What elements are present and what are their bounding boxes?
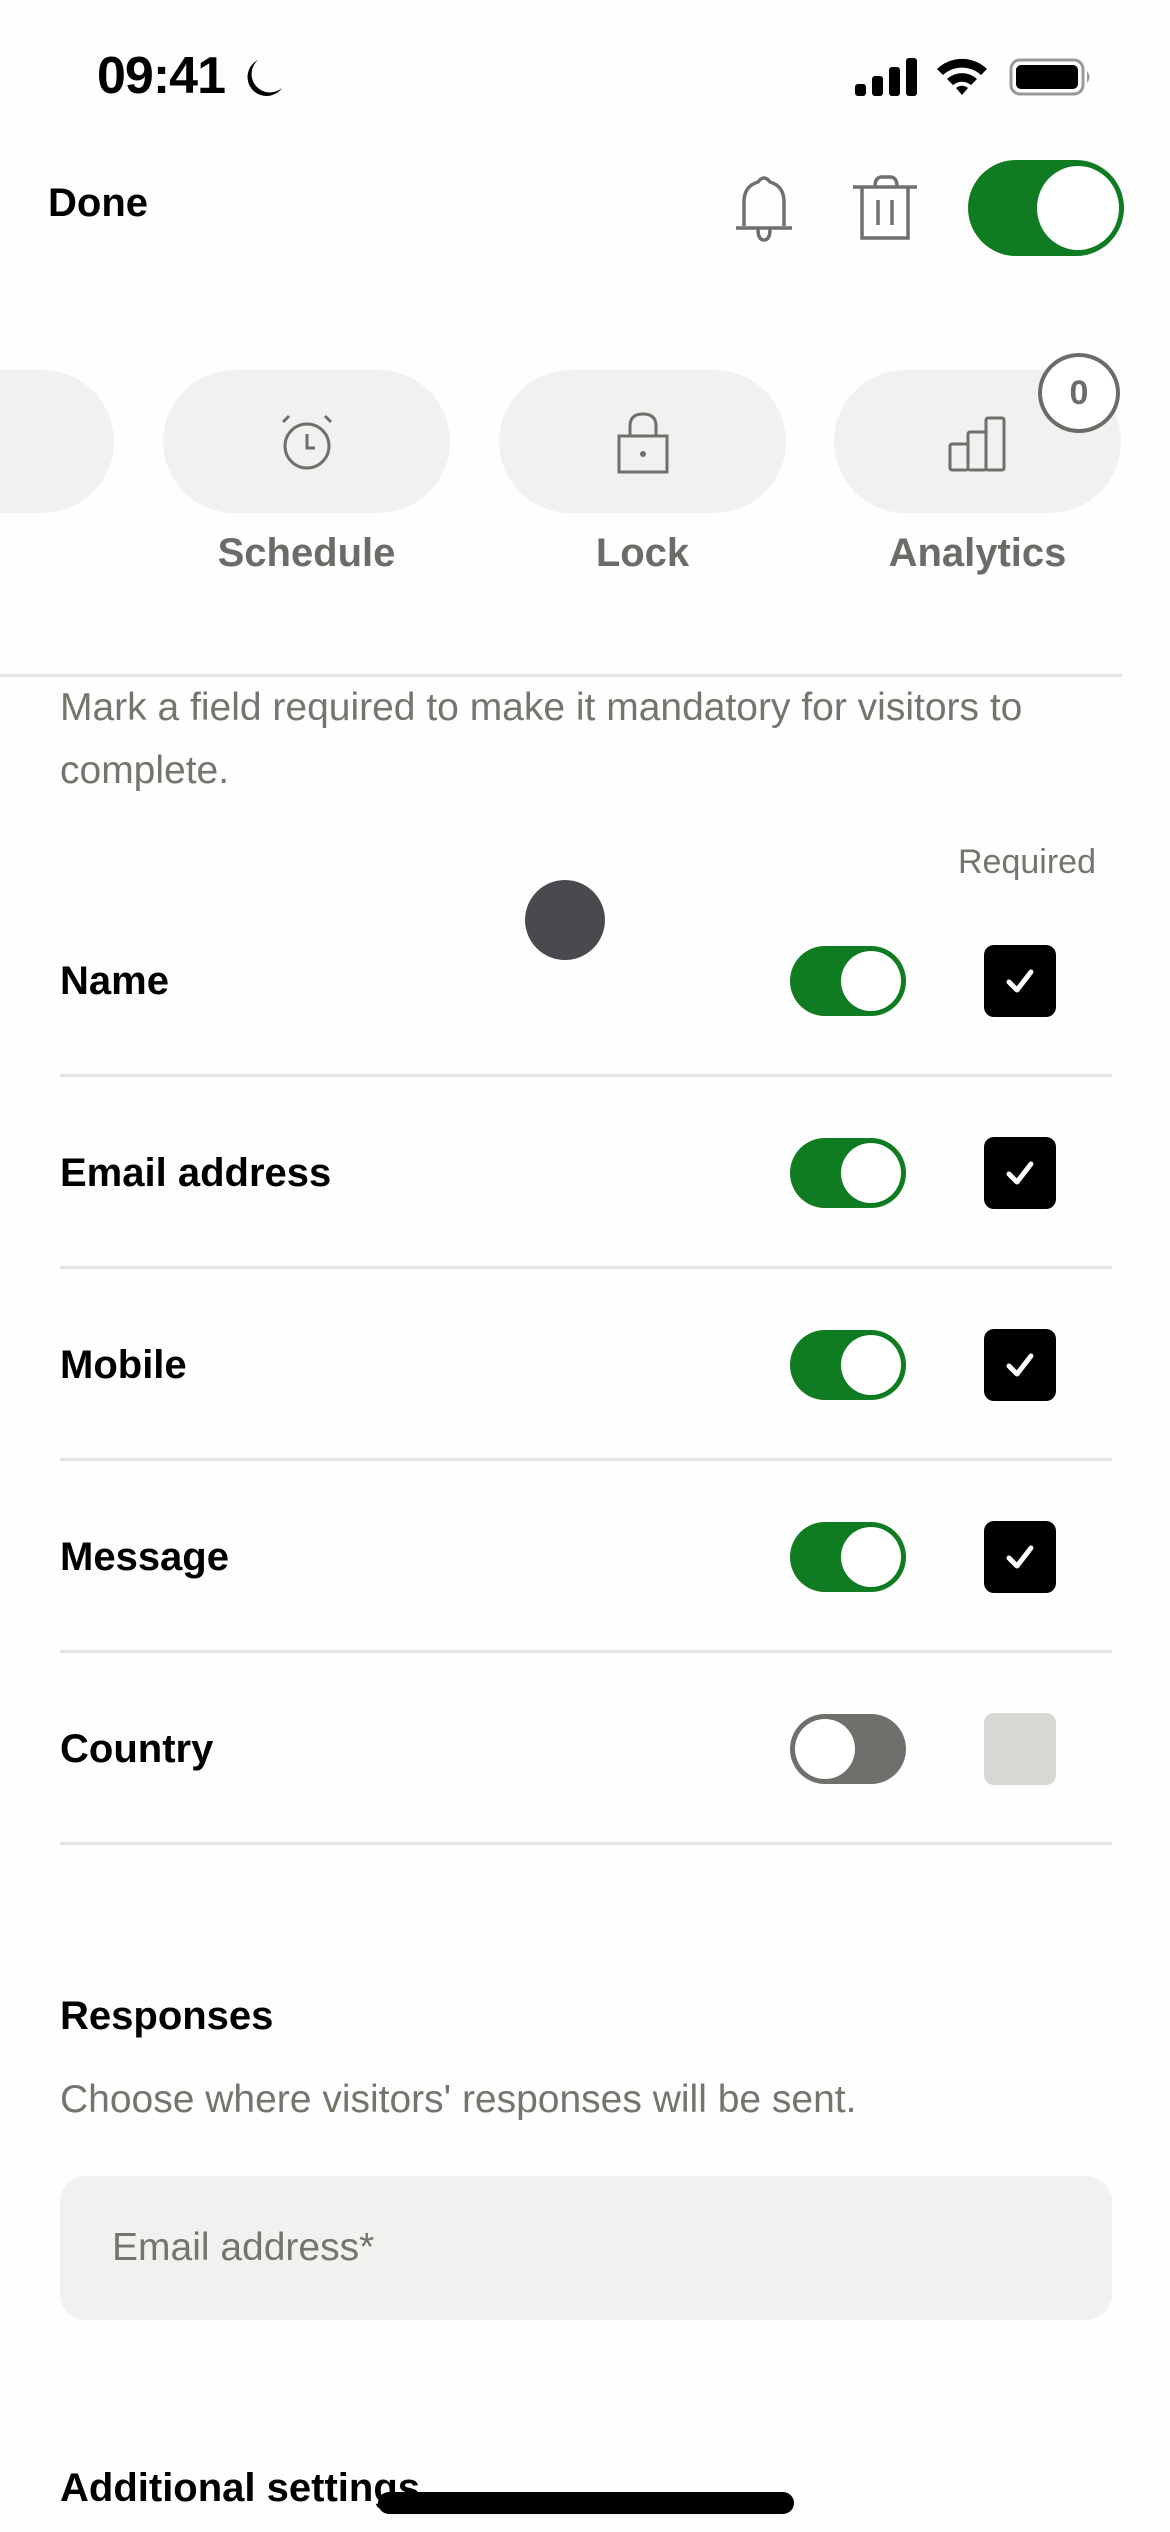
field-row-email-address: Email address (60, 1077, 1112, 1269)
tool-pill (0, 370, 114, 513)
field-row-country: Country (60, 1653, 1112, 1845)
field-enabled-toggle-name[interactable] (790, 946, 906, 1016)
tool-label-lock: Lock (595, 531, 690, 575)
field-required-checkbox-email-address[interactable] (984, 1137, 1056, 1209)
field-required-checkbox-country[interactable] (984, 1713, 1056, 1785)
responses-title: Responses (60, 1994, 274, 2038)
tool-lock[interactable] (499, 370, 786, 513)
bar-chart-icon (948, 416, 1005, 471)
field-enabled-toggle-message[interactable] (790, 1522, 906, 1592)
analytics-count-badge: 0 (1038, 353, 1120, 433)
tool-pill (163, 370, 450, 513)
toggle-knob (1037, 166, 1119, 250)
field-enabled-toggle-country[interactable] (790, 1714, 906, 1784)
field-label: Message (60, 1534, 229, 1579)
checkmark-icon (1006, 1545, 1034, 1569)
battery-full-icon (1009, 58, 1090, 96)
field-label: Country (60, 1726, 214, 1771)
checkmark-icon (1006, 1161, 1034, 1185)
checkmark-icon (1006, 1353, 1034, 1377)
trash-icon[interactable] (851, 172, 919, 244)
field-enabled-toggle-email-address[interactable] (790, 1138, 906, 1208)
touch-indicator (525, 880, 605, 960)
toggle-knob (841, 1335, 901, 1395)
field-required-checkbox-mobile[interactable] (984, 1329, 1056, 1401)
toggle-knob (795, 1719, 855, 1779)
alarm-clock-icon (281, 414, 332, 469)
bell-icon[interactable] (730, 172, 798, 244)
toggle-knob (841, 1143, 901, 1203)
field-enabled-toggle-mobile[interactable] (790, 1330, 906, 1400)
toggle-knob (841, 1527, 901, 1587)
toggle-knob (841, 951, 901, 1011)
moon-icon (247, 60, 282, 96)
field-required-checkbox-name[interactable] (984, 945, 1056, 1017)
field-label: Mobile (60, 1342, 187, 1387)
field-row-mobile: Mobile (60, 1269, 1112, 1461)
response-email-input[interactable] (60, 2176, 1112, 2320)
done-button[interactable]: Done (48, 180, 148, 226)
tool-label-schedule: Schedule (217, 531, 396, 575)
tool-schedule[interactable] (163, 370, 450, 513)
field-label: Email address (60, 1150, 332, 1195)
responses-description: Choose where visitors' responses will be… (60, 2078, 857, 2121)
additional-settings-title: Additional settings (60, 2466, 420, 2510)
checkmark-icon (1006, 969, 1034, 993)
field-row-message: Message (60, 1461, 1112, 1653)
field-label: Name (60, 958, 169, 1003)
tool-customize[interactable] (0, 370, 114, 513)
fields-description: Mark a field required to make it mandato… (60, 686, 1023, 792)
tool-label-customize: ize (0, 528, 114, 578)
wifi-icon (937, 58, 987, 95)
tool-pill (499, 370, 786, 513)
field-required-checkbox-message[interactable] (984, 1521, 1056, 1593)
status-time: 09:41 (97, 47, 226, 105)
home-indicator[interactable] (378, 2492, 794, 2514)
cellular-signal-icon (855, 58, 917, 96)
lock-icon (617, 411, 668, 473)
tool-label-analytics: Analytics (888, 531, 1067, 575)
row-divider (60, 1842, 1112, 1845)
form-enabled-toggle[interactable] (968, 160, 1124, 256)
required-column-header: Required (958, 843, 1096, 881)
